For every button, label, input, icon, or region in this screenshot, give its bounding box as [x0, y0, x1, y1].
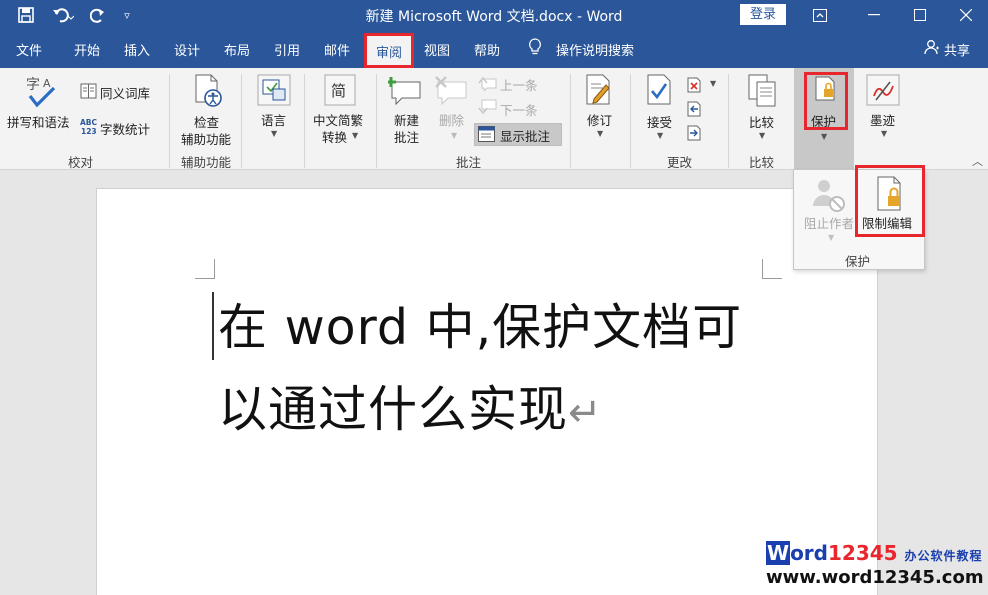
accept-dropdown-icon[interactable]: ▼ [657, 131, 663, 140]
undo-icon[interactable] [48, 4, 78, 26]
close-icon[interactable] [942, 0, 988, 30]
document-text-line2[interactable]: 以通过什么实现↵ [218, 370, 603, 441]
ink-icon[interactable] [866, 74, 900, 110]
tab-layout[interactable]: 布局 [224, 40, 250, 59]
check-accessibility-icon[interactable] [194, 74, 224, 112]
thesaurus-icon[interactable] [80, 83, 97, 103]
reject-icon[interactable] [686, 77, 702, 97]
word-count-button[interactable]: 字数统计 [100, 119, 150, 138]
separator [570, 74, 571, 168]
document-text-line1[interactable]: 在 word 中,保护文档可 [218, 288, 742, 359]
share-button[interactable]: 共享 [944, 40, 970, 59]
new-comment-button-line2[interactable]: 批注 [394, 127, 419, 146]
reject-dropdown-icon[interactable]: ▼ [710, 79, 716, 88]
spelling-grammar-icon[interactable]: 字A [24, 74, 60, 114]
language-button[interactable]: 语言 [261, 110, 286, 129]
new-comment-icon[interactable] [386, 76, 424, 110]
chinese-conversion-button-line2[interactable]: 转换 [322, 127, 347, 146]
delete-dropdown-icon: ▼ [451, 131, 458, 140]
language-icon[interactable] [257, 74, 291, 110]
tab-insert[interactable]: 插入 [124, 40, 150, 59]
protect-highlight-box [804, 72, 848, 130]
login-button[interactable]: 登录 [740, 4, 786, 25]
block-authors-button: 阻止作者 [804, 216, 855, 231]
tab-design[interactable]: 设计 [174, 40, 200, 59]
watermark-logo: Word12345 办公软件教程 [766, 541, 983, 565]
block-authors-dropdown-icon: ▼ [828, 233, 835, 242]
svg-text:ABC: ABC [80, 118, 97, 127]
next-comment-button: 下一条 [500, 103, 538, 118]
group-label-accessibility: 辅助功能 [181, 155, 232, 170]
tab-review[interactable]: 审阅 [364, 33, 414, 68]
group-label-compare: 比较 [749, 155, 775, 170]
track-changes-dropdown-icon[interactable]: ▼ [597, 129, 603, 138]
customize-quick-access-icon[interactable]: ▿ [118, 4, 136, 26]
group-label-comments: 批注 [456, 155, 482, 170]
watermark-url: www.word12345.com [766, 567, 984, 588]
tab-mailings[interactable]: 邮件 [324, 40, 350, 59]
previous-comment-icon [478, 75, 498, 95]
separator [728, 74, 729, 168]
chinese-conversion-dropdown-icon[interactable]: ▼ [352, 131, 358, 140]
tab-help[interactable]: 帮助 [474, 40, 500, 59]
share-user-icon[interactable] [924, 39, 940, 59]
compare-dropdown-icon[interactable]: ▼ [759, 131, 765, 140]
separator [304, 74, 305, 168]
restrict-editing-highlight-box [855, 165, 925, 237]
show-comments-label[interactable]: 显示批注 [500, 126, 550, 145]
accept-icon[interactable] [646, 74, 674, 110]
delete-comment-button: 删除 [439, 113, 465, 128]
show-comments-icon [478, 126, 495, 146]
track-changes-button[interactable]: 修订 [587, 110, 612, 129]
text-cursor [212, 292, 214, 360]
separator [241, 74, 242, 168]
separator [376, 74, 377, 168]
ink-button[interactable]: 墨迹 [870, 110, 895, 129]
ink-dropdown-icon[interactable]: ▼ [881, 129, 887, 138]
tab-references[interactable]: 引用 [274, 40, 300, 59]
svg-text:字: 字 [26, 77, 40, 93]
svg-text:A: A [43, 77, 51, 90]
language-dropdown-icon[interactable]: ▼ [271, 129, 277, 138]
save-icon[interactable] [14, 4, 38, 26]
separator [630, 74, 631, 168]
svg-text:123: 123 [81, 127, 97, 135]
tab-home[interactable]: 开始 [74, 40, 100, 59]
separator [169, 74, 170, 168]
compare-icon[interactable] [748, 74, 778, 112]
previous-comment-button: 上一条 [500, 78, 538, 93]
ribbon-display-options-icon[interactable] [796, 0, 844, 30]
menu-bar: 文件 开始 插入 设计 布局 引用 邮件 视图 帮助 操作说明搜索 共享 [0, 30, 988, 68]
previous-change-icon[interactable] [686, 101, 702, 121]
maximize-icon[interactable] [896, 0, 944, 30]
spelling-grammar-button[interactable]: 拼写和语法 [7, 112, 70, 131]
collapse-ribbon-icon[interactable]: ︿ [972, 153, 983, 169]
check-accessibility-button-line2[interactable]: 辅助功能 [181, 129, 231, 148]
crop-mark [762, 259, 782, 279]
next-change-icon[interactable] [686, 125, 702, 145]
paragraph-mark: ↵ [568, 390, 603, 436]
delete-comment-icon [434, 76, 470, 110]
group-label-protect: 保护 [845, 254, 871, 269]
lightbulb-icon[interactable] [528, 38, 542, 60]
minimize-icon[interactable] [850, 0, 898, 30]
svg-text:简: 简 [331, 82, 346, 100]
protect-dropdown-icon[interactable]: ▼ [821, 132, 827, 141]
chinese-conversion-icon[interactable]: 简 [324, 74, 356, 110]
track-changes-icon[interactable] [584, 74, 614, 110]
tell-me-search[interactable]: 操作说明搜索 [556, 40, 634, 59]
accept-button[interactable]: 接受 [647, 112, 672, 131]
thesaurus-button[interactable]: 同义词库 [100, 83, 150, 102]
group-label-proofing: 校对 [68, 155, 94, 170]
tab-view[interactable]: 视图 [424, 40, 450, 59]
title-bar: ▿ 新建 Microsoft Word 文档.docx - Word 登录 [0, 0, 988, 30]
word-count-icon[interactable]: ABC 123 [80, 117, 98, 139]
tab-file[interactable]: 文件 [16, 40, 42, 59]
group-label-changes: 更改 [667, 155, 693, 170]
compare-button[interactable]: 比较 [749, 112, 774, 131]
crop-mark [195, 259, 215, 279]
next-comment-icon [478, 99, 498, 119]
redo-icon[interactable] [86, 4, 110, 26]
